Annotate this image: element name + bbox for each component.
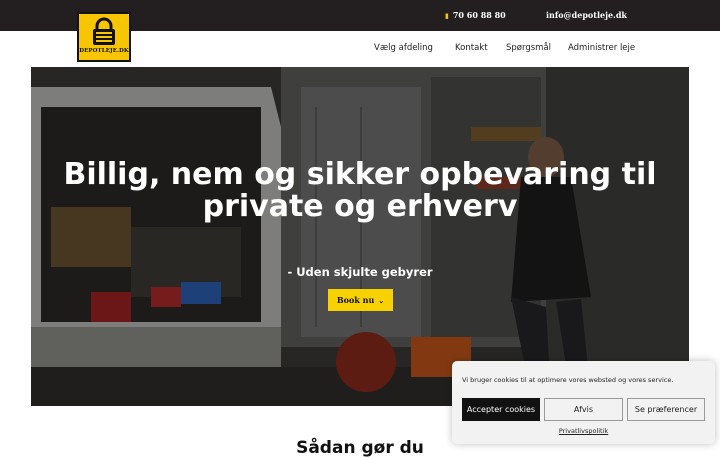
nav-item-kontakt[interactable]: Kontakt bbox=[455, 43, 488, 53]
hero-subtitle: - Uden skjulte gebyrer bbox=[287, 265, 433, 279]
phone-link[interactable]: ▮ 70 60 88 80 bbox=[445, 10, 506, 20]
chevron-down-icon: ⌄ bbox=[378, 295, 385, 305]
cookie-text: Vi bruger cookies til at optimere vores … bbox=[462, 376, 674, 384]
nav-item-vaelg-afdeling[interactable]: Vælg afdeling bbox=[374, 43, 433, 53]
cookie-preferences-button[interactable]: Se præferencer bbox=[627, 398, 705, 421]
phone-number: 70 60 88 80 bbox=[452, 10, 506, 20]
hero-title: Billig, nem og sikker opbevaring til pri… bbox=[63, 157, 657, 224]
privacy-policy-link[interactable]: Privatlivspolitik bbox=[452, 427, 715, 435]
book-now-button[interactable]: Book nu ⌄ bbox=[328, 289, 393, 311]
site-logo[interactable]: DEPOTLEJE.DK bbox=[77, 12, 131, 62]
hero-overlay bbox=[31, 67, 689, 406]
email-link[interactable]: info@depotleje.dk bbox=[546, 10, 627, 20]
padlock-icon bbox=[93, 17, 115, 45]
nav-item-spoergsmaal[interactable]: Spørgsmål bbox=[506, 43, 551, 53]
cookie-banner: Vi bruger cookies til at optimere vores … bbox=[452, 361, 715, 444]
book-now-label: Book nu bbox=[336, 295, 375, 305]
reject-cookies-button[interactable]: Afvis bbox=[544, 398, 623, 421]
phone-icon: ▮ bbox=[445, 10, 449, 20]
accept-cookies-button[interactable]: Accepter cookies bbox=[462, 398, 540, 421]
nav-item-administrer-leje[interactable]: Administrer leje bbox=[568, 43, 635, 53]
logo-text: DEPOTLEJE.DK bbox=[79, 48, 129, 54]
hero-banner: Billig, nem og sikker opbevaring til pri… bbox=[31, 67, 689, 406]
